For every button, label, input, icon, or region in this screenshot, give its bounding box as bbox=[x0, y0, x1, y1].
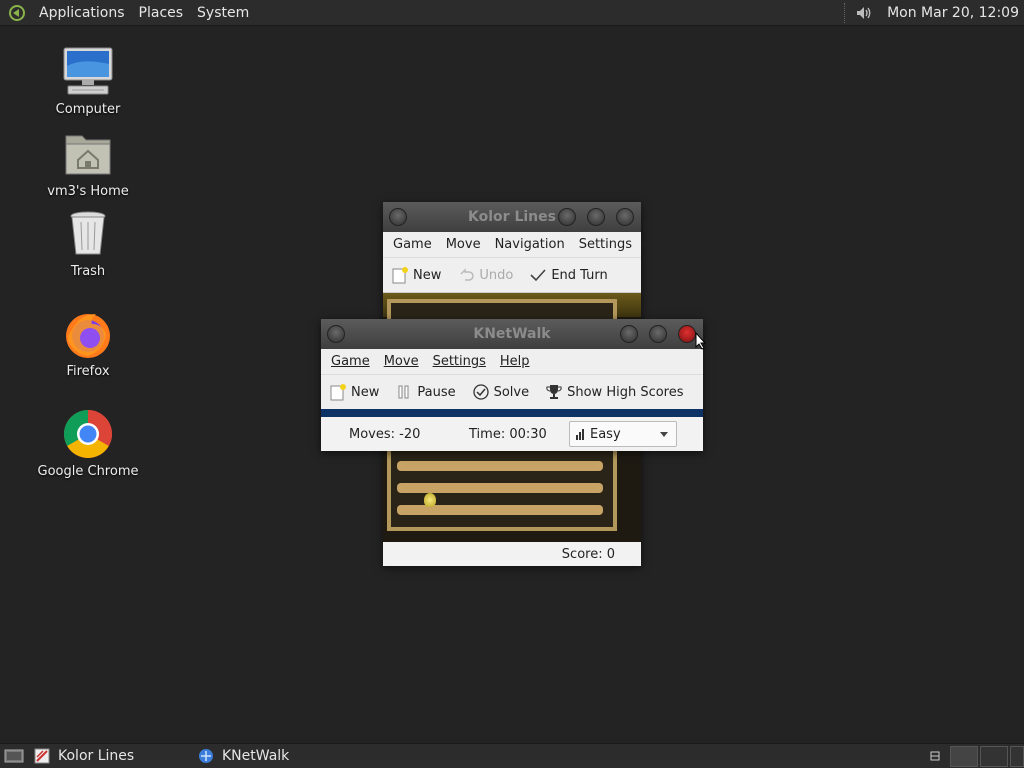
kolor-lines-menubar: Game Move Navigation Settings » bbox=[383, 232, 649, 258]
kolor-lines-toolbar: New Undo End Turn bbox=[383, 258, 641, 292]
system-menu[interactable]: System bbox=[190, 5, 256, 21]
knetwalk-statusbar: Moves: -20 Time: 00:30 Easy bbox=[321, 417, 703, 451]
chrome-icon bbox=[62, 408, 114, 460]
end-turn-button[interactable]: End Turn bbox=[521, 266, 615, 284]
end-turn-label: End Turn bbox=[551, 267, 608, 283]
panel-separator bbox=[844, 2, 847, 23]
knetwalk-toolbar: New Pause Solve Show High Scores bbox=[321, 375, 703, 409]
window-title: KNetWalk bbox=[473, 326, 551, 342]
knetwalk-menubar: Game Move Settings Help bbox=[321, 349, 703, 375]
shelf-row bbox=[397, 483, 603, 493]
maximize-button[interactable] bbox=[649, 325, 667, 343]
workspace-1[interactable] bbox=[950, 745, 978, 767]
show-high-scores-button[interactable]: Show High Scores bbox=[537, 383, 691, 401]
volume-icon[interactable] bbox=[853, 2, 875, 24]
difficulty-select[interactable]: Easy bbox=[569, 421, 677, 447]
score-label: Score: 0 bbox=[561, 546, 615, 562]
maximize-button[interactable] bbox=[587, 208, 605, 226]
desktop-icon-label: Google Chrome bbox=[37, 464, 139, 479]
knetwalk-board[interactable] bbox=[321, 409, 703, 417]
minimize-button[interactable] bbox=[558, 208, 576, 226]
computer-icon bbox=[62, 46, 114, 98]
taskbar-label: Kolor Lines bbox=[58, 748, 135, 764]
new-label: New bbox=[351, 384, 380, 400]
show-desktop-icon bbox=[4, 749, 24, 763]
applications-menu[interactable]: Applications bbox=[32, 5, 132, 21]
show-desktop-button[interactable] bbox=[0, 744, 28, 768]
menu-settings[interactable]: Settings bbox=[572, 237, 639, 252]
check-circle-icon bbox=[472, 383, 490, 401]
undo-button[interactable]: Undo bbox=[449, 266, 521, 284]
new-game-button[interactable]: New bbox=[383, 266, 449, 284]
taskbar-item-kolor-lines[interactable]: Kolor Lines bbox=[28, 744, 192, 768]
pause-label: Pause bbox=[417, 384, 456, 400]
distro-logo-icon[interactable] bbox=[6, 2, 28, 24]
difficulty-bars-icon bbox=[576, 428, 584, 440]
workspace-switcher bbox=[926, 744, 1024, 768]
close-button[interactable] bbox=[616, 208, 634, 226]
kolor-lines-statusbar: Score: 0 bbox=[383, 542, 641, 566]
mouse-cursor-icon bbox=[695, 331, 707, 354]
new-document-icon bbox=[391, 266, 409, 284]
pause-button[interactable]: Pause bbox=[387, 383, 463, 401]
high-scores-label: Show High Scores bbox=[567, 384, 684, 400]
menu-overflow-icon[interactable]: » bbox=[639, 237, 651, 252]
close-button[interactable] bbox=[678, 325, 696, 343]
moves-counter: Moves: -20 bbox=[349, 426, 421, 442]
menu-help[interactable]: Help bbox=[493, 354, 537, 369]
desktop-icon-label: Firefox bbox=[66, 364, 110, 379]
clock[interactable]: Mon Mar 20, 12:09 bbox=[881, 5, 1024, 21]
taskbar-item-knetwalk[interactable]: KNetWalk bbox=[192, 744, 362, 768]
trash-icon bbox=[62, 208, 114, 260]
bottom-taskbar: Kolor Lines KNetWalk bbox=[0, 743, 1024, 768]
menu-game[interactable]: Game bbox=[383, 237, 439, 252]
kolor-lines-icon bbox=[34, 748, 50, 764]
trophy-icon bbox=[545, 383, 563, 401]
solve-label: Solve bbox=[493, 384, 530, 400]
pause-icon bbox=[395, 383, 413, 401]
time-counter: Time: 00:30 bbox=[469, 426, 547, 442]
new-document-icon bbox=[329, 383, 347, 401]
ball-piece[interactable] bbox=[424, 493, 436, 507]
solve-button[interactable]: Solve bbox=[464, 383, 538, 401]
new-label: New bbox=[413, 267, 442, 283]
desktop-icon-label: Computer bbox=[55, 102, 121, 117]
kolor-lines-titlebar[interactable]: Kolor Lines bbox=[383, 202, 641, 232]
knetwalk-titlebar[interactable]: KNetWalk bbox=[321, 319, 703, 349]
desktop-icon-firefox[interactable]: Firefox bbox=[28, 308, 148, 379]
desktop-icon-home[interactable]: vm3's Home bbox=[28, 128, 148, 199]
menu-game[interactable]: Game bbox=[321, 354, 377, 369]
workspace-handle-icon[interactable] bbox=[926, 749, 944, 763]
taskbar-label: KNetWalk bbox=[222, 748, 290, 764]
desktop-icon-label: Trash bbox=[70, 264, 106, 279]
desktop-icon-chrome[interactable]: Google Chrome bbox=[28, 408, 148, 479]
firefox-icon bbox=[62, 308, 114, 360]
desktop-icon-label: vm3's Home bbox=[47, 184, 129, 199]
menu-navigation[interactable]: Navigation bbox=[488, 237, 572, 252]
menu-move[interactable]: Move bbox=[439, 237, 488, 252]
difficulty-value: Easy bbox=[590, 426, 621, 442]
workspace-3[interactable] bbox=[1010, 745, 1024, 767]
knetwalk-window: KNetWalk Game Move Settings Help New Pau… bbox=[321, 319, 703, 451]
workspace-2[interactable] bbox=[980, 745, 1008, 767]
undo-label: Undo bbox=[479, 267, 514, 283]
checkmark-icon bbox=[529, 266, 547, 284]
top-panel: Applications Places System Mon Mar 20, 1… bbox=[0, 0, 1024, 26]
shelf-row bbox=[397, 461, 603, 471]
new-game-button[interactable]: New bbox=[321, 383, 387, 401]
home-folder-icon bbox=[62, 128, 114, 180]
desktop-icon-trash[interactable]: Trash bbox=[28, 208, 148, 279]
undo-icon bbox=[457, 266, 475, 284]
chevron-down-icon bbox=[660, 431, 668, 437]
places-menu[interactable]: Places bbox=[132, 5, 191, 21]
menu-move[interactable]: Move bbox=[377, 354, 426, 369]
menu-settings[interactable]: Settings bbox=[426, 354, 493, 369]
minimize-button[interactable] bbox=[620, 325, 638, 343]
knetwalk-icon bbox=[198, 748, 214, 764]
desktop-icon-computer[interactable]: Computer bbox=[28, 46, 148, 117]
